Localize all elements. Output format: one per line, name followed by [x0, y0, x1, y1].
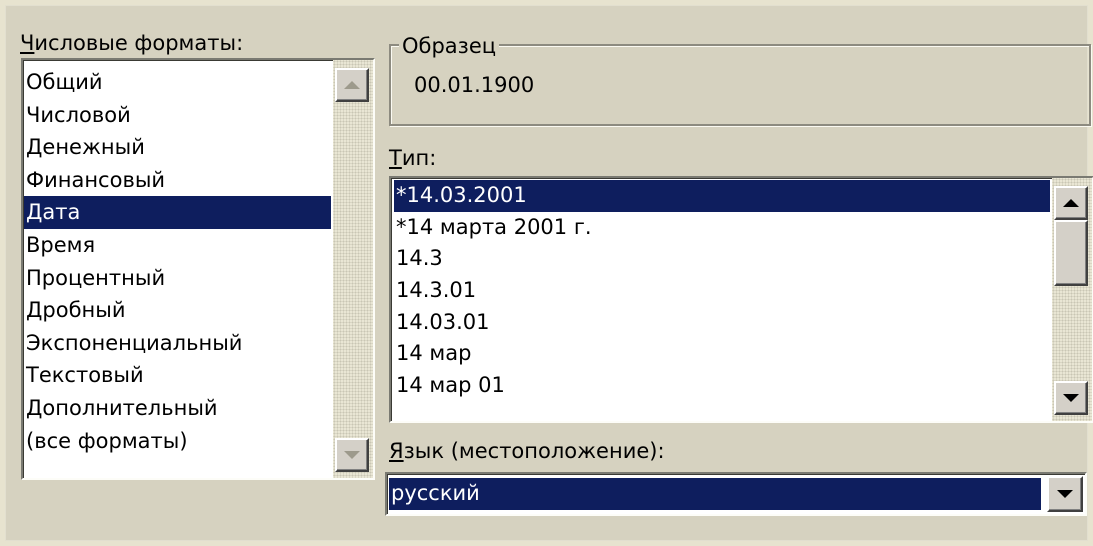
format-item-number[interactable]: Числовой — [24, 99, 331, 132]
number-formats-scroll-down-button[interactable] — [335, 438, 369, 472]
number-formats-list[interactable]: Общий Числовой Денежный Финансовый Дата … — [21, 58, 375, 480]
format-item-currency[interactable]: Денежный — [24, 131, 331, 164]
locale-label-text: зык (местоположение): — [403, 439, 665, 463]
type-accesskey: Т — [389, 146, 402, 170]
type-list[interactable]: *14.03.2001 *14 марта 2001 г. 14.3 14.3.… — [389, 176, 1093, 423]
type-item[interactable]: *14.03.2001 — [394, 180, 1050, 212]
type-label: Тип: — [389, 145, 436, 171]
type-item[interactable]: 14.03.01 — [394, 307, 1050, 339]
number-formats-label-text: исловые форматы: — [34, 31, 244, 55]
scroll-up-arrow-icon — [344, 81, 360, 89]
type-item[interactable]: 14 мар 01 — [394, 370, 1050, 402]
type-label-text: ип: — [401, 146, 437, 170]
dropdown-arrow-icon — [1057, 490, 1073, 498]
type-scroll-up-button[interactable] — [1054, 186, 1088, 220]
type-item[interactable]: 14.3.01 — [394, 275, 1050, 307]
type-item[interactable]: 14.3 — [394, 243, 1050, 275]
number-formats-label: Числовые форматы: — [20, 30, 243, 56]
type-items: *14.03.2001 *14 марта 2001 г. 14.3 14.3.… — [394, 180, 1050, 402]
format-cells-number-panel: Числовые форматы: Общий Числовой Денежны… — [5, 5, 1093, 541]
format-item-time[interactable]: Время — [24, 229, 331, 262]
format-item-custom[interactable]: (все форматы) — [24, 425, 331, 458]
scroll-down-arrow-icon — [344, 451, 360, 459]
number-formats-scroll-up-button[interactable] — [335, 68, 369, 102]
type-item[interactable]: *14 марта 2001 г. — [394, 212, 1050, 244]
sample-value: 00.01.1900 — [414, 73, 535, 97]
number-formats-scrollbar[interactable] — [333, 60, 373, 478]
locale-value: русский — [389, 478, 1041, 510]
locale-label: Язык (местоположение): — [389, 438, 665, 464]
locale-combobox[interactable]: русский — [385, 472, 1087, 516]
format-item-scientific[interactable]: Экспоненциальный — [24, 327, 331, 360]
scroll-down-arrow-icon — [1063, 394, 1079, 402]
format-item-special[interactable]: Дополнительный — [24, 392, 331, 425]
format-item-accounting[interactable]: Финансовый — [24, 164, 331, 197]
locale-accesskey: Я — [389, 439, 404, 463]
type-scrollbar[interactable] — [1052, 178, 1092, 421]
number-formats-items: Общий Числовой Денежный Финансовый Дата … — [24, 66, 331, 457]
format-item-text[interactable]: Текстовый — [24, 359, 331, 392]
locale-dropdown-button[interactable] — [1047, 476, 1083, 512]
format-item-date[interactable]: Дата — [24, 196, 331, 229]
format-item-fraction[interactable]: Дробный — [24, 294, 331, 327]
sample-title: Образец — [399, 33, 500, 59]
format-item-general[interactable]: Общий — [24, 66, 331, 99]
format-item-percentage[interactable]: Процентный — [24, 262, 331, 295]
type-item[interactable]: 14 мар — [394, 338, 1050, 370]
type-scroll-thumb[interactable] — [1054, 220, 1088, 286]
scroll-up-arrow-icon — [1063, 199, 1079, 207]
type-scroll-down-button[interactable] — [1054, 381, 1088, 415]
number-formats-accesskey: Ч — [20, 31, 35, 55]
